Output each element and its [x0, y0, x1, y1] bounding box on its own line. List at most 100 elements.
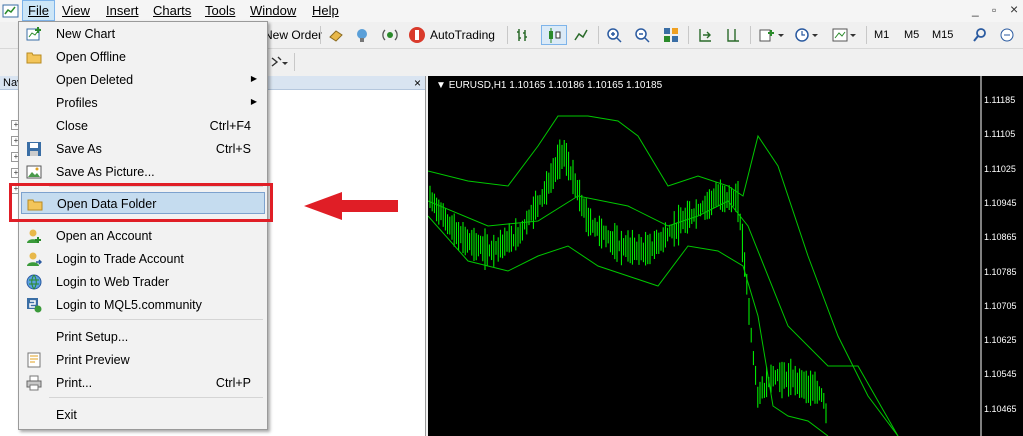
menu-item-open-deleted[interactable]: Open Deleted ▶ — [21, 69, 265, 91]
navigator-close-icon[interactable]: × — [414, 76, 421, 90]
price-tick-label: 1.10865 — [984, 232, 1017, 243]
minimize-button[interactable]: _ — [972, 3, 979, 17]
menu-help[interactable]: Help — [307, 0, 344, 21]
menu-item-label: Save As Picture... — [56, 165, 155, 179]
menu-item-label: Profiles — [56, 96, 98, 110]
menu-item-open-account[interactable]: Open an Account — [21, 225, 265, 247]
price-tick-label: 1.11025 — [984, 163, 1016, 174]
menu-item-label: Open an Account — [56, 229, 152, 243]
search-icon[interactable] — [970, 25, 990, 45]
price-tick-label: 1.10465 — [984, 403, 1017, 414]
menu-item-label: Open Offline — [56, 50, 126, 64]
menu-item-close[interactable]: Close Ctrl+F4 — [21, 115, 265, 137]
price-tick-label: 1.10545 — [984, 369, 1017, 380]
menu-item-profiles[interactable]: Profiles ▶ — [21, 92, 265, 114]
menu-item-print[interactable]: Print... Ctrl+P — [21, 372, 265, 394]
new-chart-icon — [26, 27, 41, 41]
price-chart — [428, 76, 982, 436]
menu-item-print-setup[interactable]: Print Setup... — [21, 326, 265, 348]
autotrading-label: AutoTrading — [430, 28, 495, 42]
menu-item-new-chart[interactable]: New Chart — [21, 23, 265, 45]
timeframe-m1[interactable]: M1 — [874, 25, 889, 45]
print-preview-icon — [27, 352, 41, 368]
add-account-icon — [27, 229, 41, 243]
menu-item-login-web-trader[interactable]: Login to Web Trader — [21, 271, 265, 293]
tile-windows-icon[interactable] — [660, 25, 682, 45]
menu-help-label: Help — [312, 3, 339, 18]
submenu-arrow-icon: ▶ — [250, 74, 257, 83]
menu-window-label: Window — [250, 3, 297, 18]
periods-clock-icon[interactable] — [792, 25, 824, 45]
chart-shift-icon[interactable] — [722, 25, 744, 45]
menu-item-label: Login to Trade Account — [56, 252, 184, 266]
menu-charts-label: Charts — [153, 3, 192, 18]
mql5-icon — [27, 298, 42, 313]
templates-dropdown-icon[interactable] — [829, 25, 861, 45]
menu-shortcut: Ctrl+S — [215, 142, 251, 156]
menu-item-save-as[interactable]: Save As Ctrl+S — [21, 138, 265, 160]
community-icon[interactable] — [996, 25, 1018, 45]
menu-view-label: View — [62, 3, 90, 18]
menu-item-print-preview[interactable]: Print Preview — [21, 349, 265, 371]
menu-item-label: Close — [56, 119, 88, 133]
menu-shortcut: Ctrl+P — [215, 376, 251, 390]
menu-charts[interactable]: Charts — [148, 0, 196, 21]
new-order-button[interactable]: New Order — [264, 25, 322, 45]
price-tick-label: 1.10945 — [984, 197, 1017, 208]
auto-scroll-icon[interactable] — [694, 25, 716, 45]
menu-item-open-offline[interactable]: Open Offline — [21, 46, 265, 68]
close-button[interactable]: × — [1010, 1, 1018, 17]
menu-item-label: Print... — [56, 376, 93, 390]
restore-button[interactable]: ▫ — [992, 3, 996, 17]
menu-item-label: Login to MQL5.community — [56, 298, 202, 312]
app-icon — [2, 4, 19, 18]
market-watch-icon[interactable] — [326, 25, 346, 45]
autotrading-icon — [409, 27, 425, 43]
menu-insert[interactable]: Insert — [101, 0, 144, 21]
menu-item-label: Print Setup... — [56, 330, 129, 344]
bar-chart-icon[interactable] — [513, 25, 535, 45]
zoom-in-icon[interactable] — [603, 25, 625, 45]
save-icon — [27, 142, 41, 156]
file-menu: New Chart Open Offline Open Deleted ▶ Pr… — [18, 21, 268, 430]
menu-item-label: New Chart — [56, 27, 116, 41]
zoom-out-icon[interactable] — [631, 25, 653, 45]
chart-window[interactable]: ▼ EURUSD,H1 1.10165 1.10186 1.10165 1.10… — [428, 76, 1023, 436]
menu-file[interactable]: File — [22, 0, 55, 21]
menu-item-login-trade-account[interactable]: Login to Trade Account — [21, 248, 265, 270]
menu-item-save-as-picture[interactable]: Save As Picture... — [21, 161, 265, 183]
menubar: File View Insert Charts Tools Window Hel… — [0, 0, 1023, 23]
candlestick-icon[interactable] — [541, 25, 567, 45]
menu-insert-label: Insert — [106, 3, 139, 18]
menu-item-login-mql5[interactable]: Login to MQL5.community — [21, 294, 265, 316]
timeframe-m15[interactable]: M15 — [932, 25, 953, 45]
menu-item-label: Open Deleted — [56, 73, 134, 87]
radio-signal-icon[interactable] — [380, 25, 400, 45]
menu-item-label: Exit — [56, 408, 77, 422]
menu-tools[interactable]: Tools — [200, 0, 240, 21]
price-tick-label: 1.10625 — [984, 335, 1017, 346]
picture-icon — [26, 165, 42, 179]
timeframe-m5[interactable]: M5 — [904, 25, 919, 45]
menu-view[interactable]: View — [57, 0, 95, 21]
signals-icon[interactable] — [352, 25, 372, 45]
menu-item-exit[interactable]: Exit — [21, 404, 265, 426]
printer-icon — [26, 375, 42, 391]
indicators-dropdown-icon[interactable] — [756, 25, 788, 45]
menu-file-label: File — [28, 3, 49, 18]
menu-window[interactable]: Window — [245, 0, 301, 21]
web-trader-icon — [26, 274, 42, 290]
price-tick-label: 1.11185 — [984, 95, 1016, 105]
price-tick-label: 1.10705 — [984, 300, 1017, 311]
price-tick-label: 1.11105 — [984, 129, 1016, 140]
menu-tools-label: Tools — [205, 3, 236, 18]
autotrading-button[interactable]: AutoTrading — [408, 25, 495, 45]
arrows-dropdown-icon[interactable] — [268, 52, 290, 72]
menu-item-label: Login to Web Trader — [56, 275, 170, 289]
menu-shortcut: Ctrl+F4 — [209, 119, 251, 133]
bollinger-upper-band — [428, 115, 899, 436]
highlight-annotation-box — [9, 183, 273, 222]
line-chart-icon[interactable] — [570, 25, 592, 45]
menu-item-label: Print Preview — [56, 353, 130, 367]
submenu-arrow-icon: ▶ — [250, 97, 257, 106]
